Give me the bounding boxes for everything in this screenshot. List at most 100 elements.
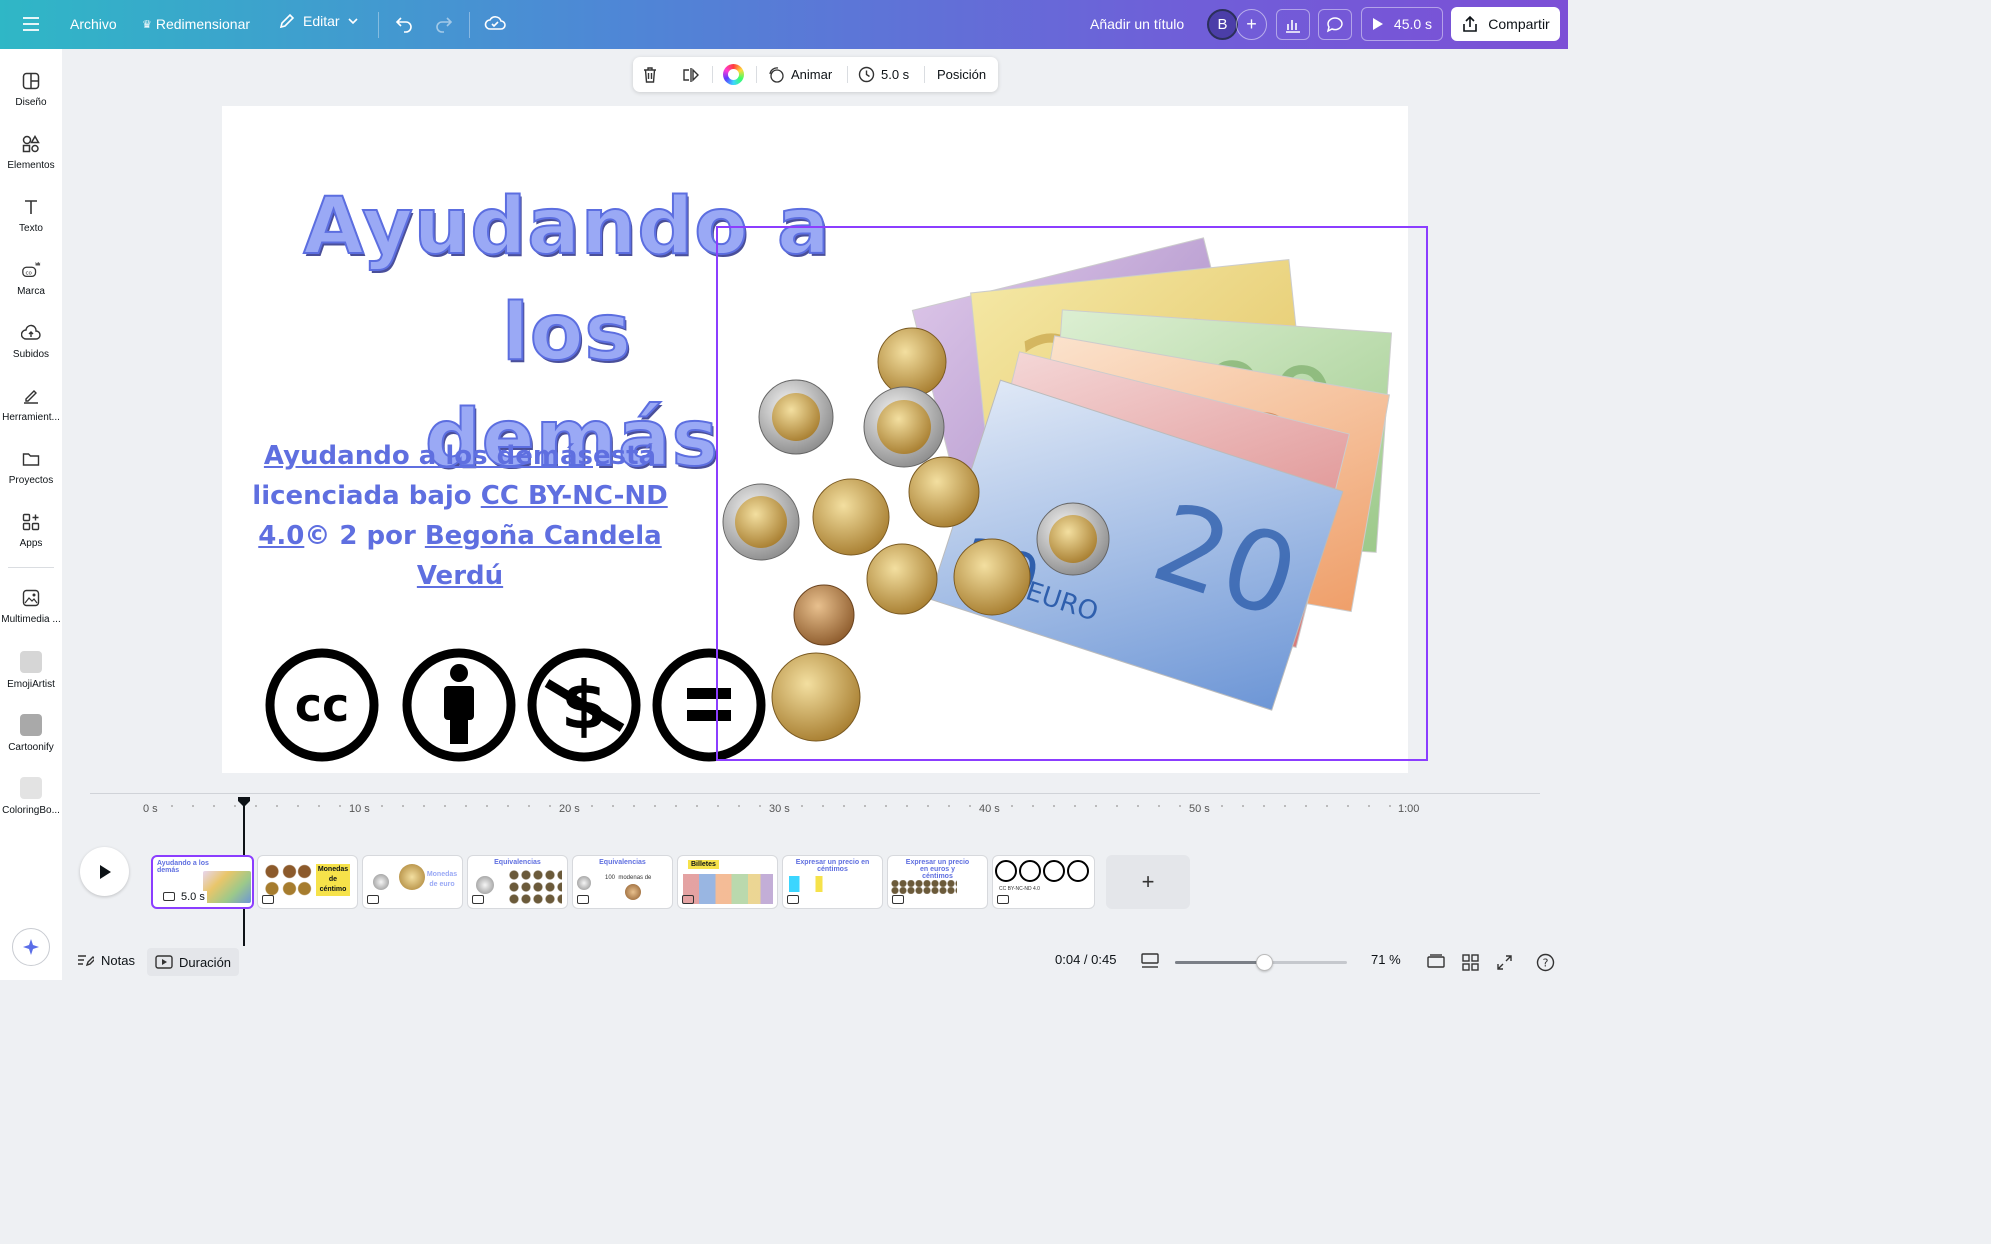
fullscreen-button[interactable] — [1496, 954, 1513, 971]
zoom-slider[interactable] — [1175, 954, 1347, 971]
file-menu-button[interactable]: Archivo — [70, 16, 117, 32]
redo-icon[interactable] — [434, 13, 454, 36]
slide-canvas[interactable]: Ayudando a los demás Ayudando a los demá… — [222, 106, 1408, 773]
delete-button[interactable] — [642, 57, 658, 92]
resize-button[interactable]: ♛ Redimensionar — [142, 16, 250, 32]
sidebar-item-tools[interactable]: Herramient... — [0, 386, 62, 423]
fullscreen-icon — [1497, 955, 1512, 970]
timeline-clip[interactable]: Equivalencias — [467, 855, 568, 909]
notes-button[interactable]: Notas — [76, 952, 135, 968]
ruler-tick — [822, 805, 824, 807]
playhead-handle[interactable] — [238, 797, 250, 807]
avatar[interactable]: B — [1207, 9, 1238, 40]
sidebar-item-label: Texto — [19, 223, 43, 234]
duration-toggle-button[interactable]: Duración — [147, 948, 240, 976]
undo-icon[interactable] — [394, 13, 414, 36]
color-picker-button[interactable] — [723, 57, 744, 92]
sidebar-item-elements[interactable]: Elementos — [0, 134, 62, 171]
sidebar-item-label: Cartoonify — [8, 742, 54, 753]
cc-license-icons: cc $ — [265, 648, 770, 764]
zoom-slider-fill — [1175, 961, 1265, 964]
share-button[interactable]: Compartir — [1451, 7, 1560, 41]
sidebar-item-design[interactable]: Diseño — [0, 71, 62, 108]
grid-view-button[interactable] — [1462, 954, 1479, 971]
pages-view-button[interactable] — [1427, 954, 1445, 970]
zoom-level[interactable]: 71 % — [1371, 952, 1401, 967]
ruler-tick — [1032, 805, 1034, 807]
flip-icon — [683, 67, 699, 82]
flip-button[interactable] — [682, 57, 700, 92]
ruler-tick — [864, 805, 866, 807]
add-collaborator-button[interactable]: + — [1236, 9, 1267, 40]
sidebar-item-apps[interactable]: Apps — [0, 512, 62, 549]
timeline-clip[interactable]: Ayudando a los demás 5.0 s — [151, 855, 254, 909]
animate-button[interactable]: Animar — [767, 57, 832, 92]
timeline-play-button[interactable] — [80, 847, 129, 896]
timeline-ruler[interactable]: 0 s 10 s 20 s 30 s 40 s 50 s 1:00 — [140, 795, 1560, 815]
sidebar-item-coloringbook[interactable]: ColoringBo... — [0, 777, 62, 816]
ruler-tick — [1221, 805, 1223, 807]
magic-assistant-button[interactable] — [12, 928, 50, 966]
timeline-clip[interactable]: Monedas de céntimo — [257, 855, 358, 909]
timeline-clip[interactable]: Expresar un precio en céntimos — [782, 855, 883, 909]
present-button[interactable]: 45.0 s — [1361, 7, 1443, 41]
timeline-clip[interactable]: Equivalencias 100 modenas de — [572, 855, 673, 909]
timeline-clip[interactable]: Expresar un precio en euros y céntimos — [887, 855, 988, 909]
license-text[interactable]: Ayudando a los demásestá licenciada bajo… — [250, 436, 670, 596]
ruler-tick — [1368, 805, 1370, 807]
sidebar-item-cartoonify[interactable]: Cartoonify — [0, 714, 62, 753]
ruler-tick — [381, 805, 383, 807]
pages-icon — [1427, 954, 1445, 968]
ruler-tick — [675, 805, 677, 807]
euro-money-image[interactable]: 500 200 100 50 10 20 EURO 20 — [716, 227, 1408, 762]
ruler-tick — [1116, 805, 1118, 807]
ruler-tick — [171, 805, 173, 807]
duration-button[interactable]: 5.0 s — [858, 57, 909, 92]
ruler-tick — [1158, 805, 1160, 807]
comments-button[interactable] — [1318, 9, 1352, 40]
divider — [924, 66, 925, 83]
coins-grid-thumbnail — [891, 880, 957, 894]
help-button[interactable]: ? — [1536, 953, 1555, 972]
ruler-label: 20 s — [559, 803, 580, 815]
sidebar-item-label: Multimedia ... — [1, 614, 61, 625]
ruler-tick — [486, 805, 488, 807]
media-icon — [21, 588, 41, 608]
edit-mode-button[interactable]: Editar — [278, 12, 359, 30]
timeline-clip[interactable]: Billetes — [677, 855, 778, 909]
insights-button[interactable] — [1276, 9, 1310, 40]
ruler-tick — [885, 805, 887, 807]
position-button[interactable]: Posición — [937, 57, 986, 92]
sidebar-item-media[interactable]: Multimedia ... — [0, 588, 62, 625]
zoom-slider-handle[interactable] — [1256, 954, 1274, 971]
ruler-tick — [1095, 805, 1097, 807]
cloud-saved-icon[interactable] — [484, 13, 506, 36]
sidebar-item-brand[interactable]: co Marca — [0, 260, 62, 297]
folder-icon — [21, 449, 41, 469]
ruler-tick — [339, 805, 341, 807]
by-attribution-icon — [402, 648, 516, 762]
sidebar-item-text[interactable]: Texto — [0, 197, 62, 234]
play-icon — [1372, 18, 1383, 30]
ruler-tick — [1053, 805, 1055, 807]
ruler-tick — [255, 805, 257, 807]
menu-icon[interactable] — [18, 12, 44, 36]
sidebar-item-emojiartist[interactable]: EmojiArtist — [0, 651, 62, 690]
sidebar-item-uploads[interactable]: Subidos — [0, 323, 62, 360]
page-view-button[interactable] — [1141, 953, 1159, 969]
author-link[interactable]: Begoña Candela Verdú — [417, 521, 662, 591]
timeline-clip[interactable]: CC BY-NC-ND 4.0 — [992, 855, 1095, 909]
sidebar-item-projects[interactable]: Proyectos — [0, 449, 62, 486]
add-page-button[interactable]: + — [1106, 855, 1190, 909]
divider — [378, 12, 379, 38]
edit-label: Editar — [303, 13, 340, 29]
video-clip-icon — [155, 955, 173, 969]
timeline-clip[interactable]: Monedas de euro — [362, 855, 463, 909]
ruler-tick — [234, 805, 236, 807]
sidebar-item-label: EmojiArtist — [7, 679, 55, 690]
upload-cloud-icon — [21, 323, 41, 343]
ruler-tick — [927, 805, 929, 807]
design-title-field[interactable]: Añadir un título — [1090, 16, 1184, 32]
work-title-link[interactable]: Ayudando a los demás — [264, 441, 593, 471]
grid-icon — [1462, 954, 1479, 971]
